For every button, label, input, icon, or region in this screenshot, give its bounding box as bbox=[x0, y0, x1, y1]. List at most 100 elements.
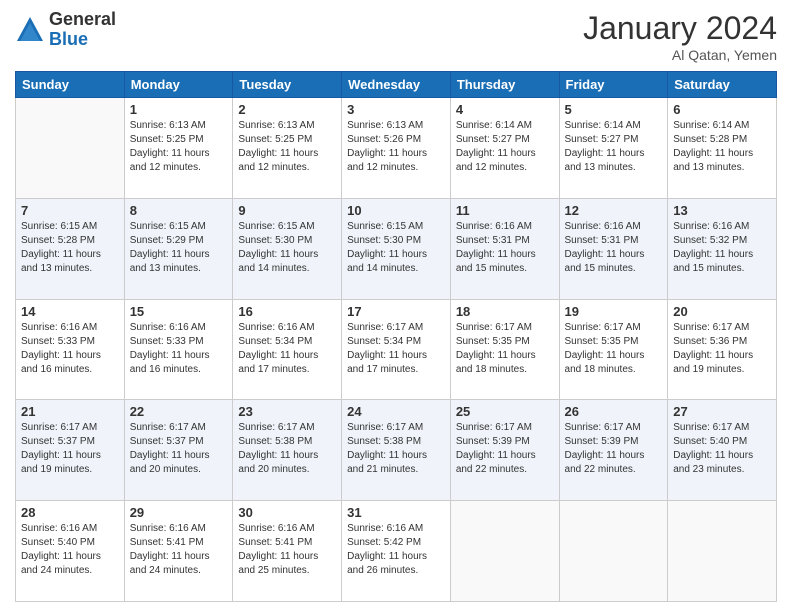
day-info: Sunrise: 6:14 AMSunset: 5:27 PMDaylight:… bbox=[565, 120, 645, 173]
day-number: 16 bbox=[238, 304, 336, 319]
logo: General Blue bbox=[15, 10, 116, 50]
logo-icon bbox=[15, 15, 45, 45]
day-info: Sunrise: 6:15 AMSunset: 5:28 PMDaylight:… bbox=[21, 221, 101, 274]
table-row bbox=[450, 501, 559, 602]
day-number: 10 bbox=[347, 203, 445, 218]
day-number: 26 bbox=[565, 404, 663, 419]
page: General Blue January 2024 Al Qatan, Yeme… bbox=[0, 0, 792, 612]
day-info: Sunrise: 6:16 AMSunset: 5:31 PMDaylight:… bbox=[456, 221, 536, 274]
day-info: Sunrise: 6:17 AMSunset: 5:38 PMDaylight:… bbox=[347, 422, 427, 475]
day-number: 12 bbox=[565, 203, 663, 218]
table-row: 26 Sunrise: 6:17 AMSunset: 5:39 PMDaylig… bbox=[559, 400, 668, 501]
day-number: 6 bbox=[673, 102, 771, 117]
day-number: 28 bbox=[21, 505, 119, 520]
day-number: 14 bbox=[21, 304, 119, 319]
day-number: 7 bbox=[21, 203, 119, 218]
day-info: Sunrise: 6:13 AMSunset: 5:25 PMDaylight:… bbox=[238, 120, 318, 173]
table-row: 25 Sunrise: 6:17 AMSunset: 5:39 PMDaylig… bbox=[450, 400, 559, 501]
day-info: Sunrise: 6:17 AMSunset: 5:40 PMDaylight:… bbox=[673, 422, 753, 475]
table-row bbox=[16, 98, 125, 199]
col-tuesday: Tuesday bbox=[233, 72, 342, 98]
day-info: Sunrise: 6:17 AMSunset: 5:35 PMDaylight:… bbox=[456, 322, 536, 375]
table-row: 9 Sunrise: 6:15 AMSunset: 5:30 PMDayligh… bbox=[233, 198, 342, 299]
col-saturday: Saturday bbox=[668, 72, 777, 98]
title-section: January 2024 Al Qatan, Yemen bbox=[583, 10, 777, 63]
calendar: Sunday Monday Tuesday Wednesday Thursday… bbox=[15, 71, 777, 602]
day-number: 27 bbox=[673, 404, 771, 419]
table-row: 11 Sunrise: 6:16 AMSunset: 5:31 PMDaylig… bbox=[450, 198, 559, 299]
table-row: 24 Sunrise: 6:17 AMSunset: 5:38 PMDaylig… bbox=[342, 400, 451, 501]
table-row: 3 Sunrise: 6:13 AMSunset: 5:26 PMDayligh… bbox=[342, 98, 451, 199]
day-number: 31 bbox=[347, 505, 445, 520]
table-row bbox=[668, 501, 777, 602]
day-info: Sunrise: 6:16 AMSunset: 5:33 PMDaylight:… bbox=[130, 322, 210, 375]
day-info: Sunrise: 6:13 AMSunset: 5:26 PMDaylight:… bbox=[347, 120, 427, 173]
day-number: 30 bbox=[238, 505, 336, 520]
calendar-header-row: Sunday Monday Tuesday Wednesday Thursday… bbox=[16, 72, 777, 98]
day-info: Sunrise: 6:15 AMSunset: 5:29 PMDaylight:… bbox=[130, 221, 210, 274]
col-wednesday: Wednesday bbox=[342, 72, 451, 98]
day-number: 17 bbox=[347, 304, 445, 319]
col-monday: Monday bbox=[124, 72, 233, 98]
table-row: 5 Sunrise: 6:14 AMSunset: 5:27 PMDayligh… bbox=[559, 98, 668, 199]
table-row: 31 Sunrise: 6:16 AMSunset: 5:42 PMDaylig… bbox=[342, 501, 451, 602]
day-info: Sunrise: 6:17 AMSunset: 5:39 PMDaylight:… bbox=[565, 422, 645, 475]
day-number: 15 bbox=[130, 304, 228, 319]
table-row: 7 Sunrise: 6:15 AMSunset: 5:28 PMDayligh… bbox=[16, 198, 125, 299]
day-info: Sunrise: 6:17 AMSunset: 5:37 PMDaylight:… bbox=[130, 422, 210, 475]
day-number: 19 bbox=[565, 304, 663, 319]
day-info: Sunrise: 6:15 AMSunset: 5:30 PMDaylight:… bbox=[238, 221, 318, 274]
table-row: 10 Sunrise: 6:15 AMSunset: 5:30 PMDaylig… bbox=[342, 198, 451, 299]
calendar-week-row: 1 Sunrise: 6:13 AMSunset: 5:25 PMDayligh… bbox=[16, 98, 777, 199]
day-info: Sunrise: 6:16 AMSunset: 5:33 PMDaylight:… bbox=[21, 322, 101, 375]
day-number: 21 bbox=[21, 404, 119, 419]
table-row: 8 Sunrise: 6:15 AMSunset: 5:29 PMDayligh… bbox=[124, 198, 233, 299]
logo-blue: Blue bbox=[49, 30, 116, 50]
table-row: 6 Sunrise: 6:14 AMSunset: 5:28 PMDayligh… bbox=[668, 98, 777, 199]
day-number: 18 bbox=[456, 304, 554, 319]
table-row: 30 Sunrise: 6:16 AMSunset: 5:41 PMDaylig… bbox=[233, 501, 342, 602]
table-row: 14 Sunrise: 6:16 AMSunset: 5:33 PMDaylig… bbox=[16, 299, 125, 400]
day-number: 3 bbox=[347, 102, 445, 117]
day-number: 20 bbox=[673, 304, 771, 319]
day-info: Sunrise: 6:14 AMSunset: 5:28 PMDaylight:… bbox=[673, 120, 753, 173]
table-row: 29 Sunrise: 6:16 AMSunset: 5:41 PMDaylig… bbox=[124, 501, 233, 602]
table-row: 22 Sunrise: 6:17 AMSunset: 5:37 PMDaylig… bbox=[124, 400, 233, 501]
calendar-week-row: 7 Sunrise: 6:15 AMSunset: 5:28 PMDayligh… bbox=[16, 198, 777, 299]
day-info: Sunrise: 6:17 AMSunset: 5:34 PMDaylight:… bbox=[347, 322, 427, 375]
table-row: 27 Sunrise: 6:17 AMSunset: 5:40 PMDaylig… bbox=[668, 400, 777, 501]
col-thursday: Thursday bbox=[450, 72, 559, 98]
header: General Blue January 2024 Al Qatan, Yeme… bbox=[15, 10, 777, 63]
table-row: 16 Sunrise: 6:16 AMSunset: 5:34 PMDaylig… bbox=[233, 299, 342, 400]
day-number: 2 bbox=[238, 102, 336, 117]
day-number: 1 bbox=[130, 102, 228, 117]
table-row bbox=[559, 501, 668, 602]
day-info: Sunrise: 6:17 AMSunset: 5:36 PMDaylight:… bbox=[673, 322, 753, 375]
table-row: 15 Sunrise: 6:16 AMSunset: 5:33 PMDaylig… bbox=[124, 299, 233, 400]
calendar-week-row: 21 Sunrise: 6:17 AMSunset: 5:37 PMDaylig… bbox=[16, 400, 777, 501]
col-sunday: Sunday bbox=[16, 72, 125, 98]
table-row: 23 Sunrise: 6:17 AMSunset: 5:38 PMDaylig… bbox=[233, 400, 342, 501]
day-number: 8 bbox=[130, 203, 228, 218]
day-info: Sunrise: 6:14 AMSunset: 5:27 PMDaylight:… bbox=[456, 120, 536, 173]
table-row: 18 Sunrise: 6:17 AMSunset: 5:35 PMDaylig… bbox=[450, 299, 559, 400]
calendar-week-row: 14 Sunrise: 6:16 AMSunset: 5:33 PMDaylig… bbox=[16, 299, 777, 400]
month-title: January 2024 bbox=[583, 10, 777, 47]
logo-general: General bbox=[49, 10, 116, 30]
day-number: 24 bbox=[347, 404, 445, 419]
day-number: 23 bbox=[238, 404, 336, 419]
day-number: 25 bbox=[456, 404, 554, 419]
calendar-week-row: 28 Sunrise: 6:16 AMSunset: 5:40 PMDaylig… bbox=[16, 501, 777, 602]
table-row: 17 Sunrise: 6:17 AMSunset: 5:34 PMDaylig… bbox=[342, 299, 451, 400]
day-info: Sunrise: 6:16 AMSunset: 5:41 PMDaylight:… bbox=[238, 523, 318, 576]
table-row: 2 Sunrise: 6:13 AMSunset: 5:25 PMDayligh… bbox=[233, 98, 342, 199]
day-info: Sunrise: 6:16 AMSunset: 5:32 PMDaylight:… bbox=[673, 221, 753, 274]
location: Al Qatan, Yemen bbox=[583, 47, 777, 63]
table-row: 20 Sunrise: 6:17 AMSunset: 5:36 PMDaylig… bbox=[668, 299, 777, 400]
day-info: Sunrise: 6:17 AMSunset: 5:37 PMDaylight:… bbox=[21, 422, 101, 475]
day-info: Sunrise: 6:13 AMSunset: 5:25 PMDaylight:… bbox=[130, 120, 210, 173]
table-row: 13 Sunrise: 6:16 AMSunset: 5:32 PMDaylig… bbox=[668, 198, 777, 299]
day-info: Sunrise: 6:17 AMSunset: 5:35 PMDaylight:… bbox=[565, 322, 645, 375]
table-row: 1 Sunrise: 6:13 AMSunset: 5:25 PMDayligh… bbox=[124, 98, 233, 199]
day-number: 29 bbox=[130, 505, 228, 520]
